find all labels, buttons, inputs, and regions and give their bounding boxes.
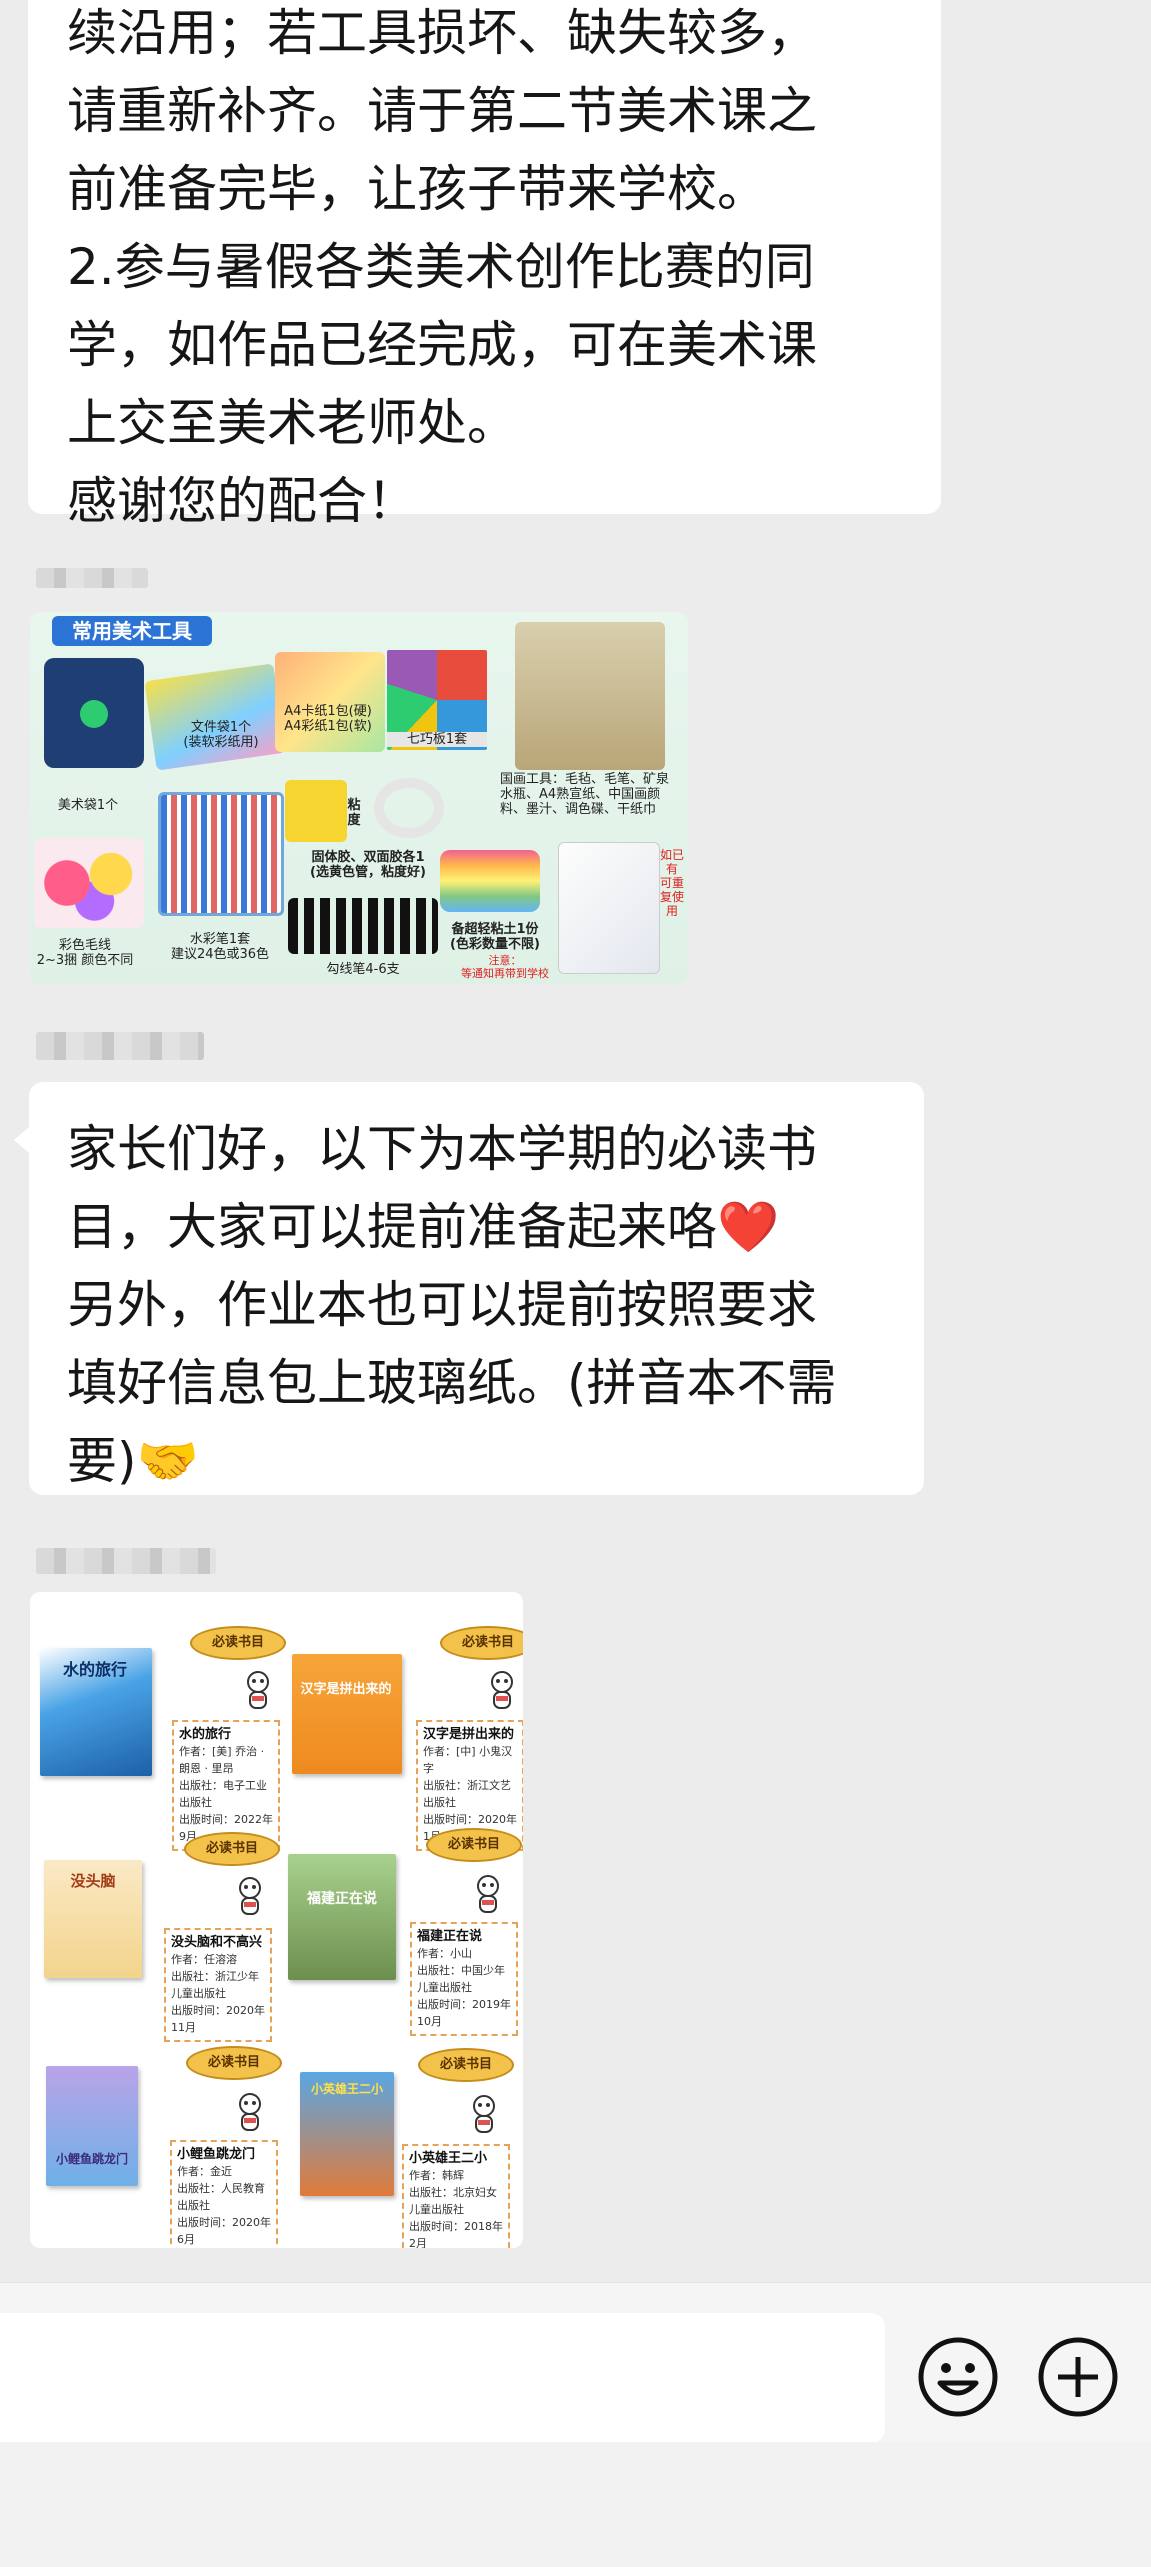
message-line-text: 目，大家可以提前准备起来咯 <box>67 1198 717 1256</box>
message-line: 前准备完毕，让孩子带来学校。 <box>67 160 767 218</box>
book-title: 福建正在说 <box>417 1929 483 1944</box>
book-cover <box>288 1854 396 1980</box>
book-cover <box>46 2066 138 2186</box>
plus-icon[interactable] <box>1036 2335 1120 2419</box>
label-chinese-painting: 国画工具：毛毡、毛笔、矿泉 水瓶、A4熟宣纸、中国画颜 料、墨汁、调色碟、干纸巾 <box>500 772 670 817</box>
tape-picture <box>374 778 444 838</box>
book-author: 作者：[美] 乔治 · 朗恩 · 里昂 <box>179 1745 265 1775</box>
book-title: 没头脑和不高兴 <box>171 1935 263 1950</box>
sender-name-blurred <box>36 568 148 588</box>
book-cover <box>292 1654 402 1774</box>
label-clay: 备超轻粘土1份 (色彩数量不限) <box>450 922 540 952</box>
bubble-tail <box>14 1126 30 1154</box>
label-watercolor: 水彩笔1套 建议24色或36色 <box>170 932 270 962</box>
book-cover-title: 小英雄王二小 <box>310 2082 383 2096</box>
chinese-painting-picture <box>515 622 665 770</box>
sender-name-blurred <box>36 1032 204 1060</box>
mascot-icon <box>488 1670 516 1710</box>
notebook-picture <box>558 842 660 974</box>
heart-emoji-icon: ❤️ <box>717 1198 780 1256</box>
chat-input-bar <box>0 2282 1151 2443</box>
message-line: 续沿用；若工具损坏、缺失较多， <box>67 4 817 62</box>
label-paper: A4卡纸1包(硬) A4彩纸1包(软) <box>284 704 372 734</box>
book-title: 水的旅行 <box>179 1727 232 1742</box>
message-input[interactable] <box>0 2313 885 2443</box>
book-date: 出版时间：2020年11月 <box>171 2004 265 2034</box>
message-line: 填好信息包上玻璃纸。(拼音本不需 <box>67 1354 837 1412</box>
markers-picture <box>288 898 438 954</box>
message-line: 请重新补齐。请于第二节美术课之 <box>67 82 817 140</box>
watercolor-picture <box>158 792 284 916</box>
message-line: 感谢您的配合！ <box>67 472 417 530</box>
mascot-icon <box>236 2092 264 2132</box>
badge-must-read: 必读书目 <box>190 1626 286 1660</box>
sender-name-blurred <box>36 1548 216 1574</box>
smiley-icon[interactable] <box>916 2335 1000 2419</box>
badge-must-read: 必读书目 <box>418 2048 514 2082</box>
label-bag: 美术袋1个 <box>57 798 119 813</box>
book-cover-title: 水的旅行 <box>62 1660 127 1679</box>
message-line: 目，大家可以提前准备起来咯❤️ <box>67 1188 924 1266</box>
paper-picture <box>275 652 385 752</box>
book-title: 小鲤鱼跳龙门 <box>177 2147 256 2162</box>
image-message-art-tools[interactable]: 常用美术工具 美术袋1个 文件袋1个 (装软彩纸用) A4卡纸1包(硬) A4彩… <box>30 612 688 984</box>
book-info-card: 小鲤鱼跳龙门 作者：金近 出版社：人民教育出版社 出版时间：2020年6月 <box>170 2140 278 2248</box>
book-info-card: 小英雄王二小 作者：韩辉 出版社：北京妇女儿童出版社 出版时间：2018年2月 <box>402 2144 510 2248</box>
clay-picture <box>440 850 540 912</box>
handshake-emoji-icon: 🤝 <box>136 1432 199 1490</box>
image-message-reading-list[interactable]: 水的旅行 必读书目 水的旅行 作者：[美] 乔治 · 朗恩 · 里昂 出版社：电… <box>30 1592 523 2248</box>
message-line: 家长们好，以下为本学期的必读书 <box>67 1120 817 1178</box>
mascot-icon <box>244 1670 272 1710</box>
mascot-icon <box>470 2094 498 2134</box>
book-publisher: 出版社：浙江文艺出版社 <box>423 1779 511 1809</box>
label-tangram: 七巧板1套 <box>387 732 487 747</box>
message-line: 学，如作品已经完成，可在美术课 <box>67 316 817 374</box>
book-date: 出版时间：2018年2月 <box>409 2220 503 2248</box>
book-info-card: 没头脑和不高兴 作者：任溶溶 出版社：浙江少年儿童出版社 出版时间：2020年1… <box>164 1928 272 2042</box>
art-bag-picture <box>44 658 144 768</box>
mascot-icon <box>236 1876 264 1916</box>
book-info-card: 福建正在说 作者：小山 出版社：中国少年儿童出版社 出版时间：2019年10月 <box>410 1922 518 2036</box>
badge-must-read: 必读书目 <box>426 1828 522 1862</box>
book-title: 小英雄王二小 <box>409 2151 488 2166</box>
label-reuse-note: 如已有 可重复使用 <box>659 848 684 918</box>
book-cover-title: 福建正在说 <box>307 1891 377 1907</box>
book-author: 作者：小山 <box>417 1947 472 1960</box>
tools-title-tag: 常用美术工具 <box>52 616 212 646</box>
book-cover-title: 没头脑 <box>70 1872 116 1890</box>
badge-must-read: 必读书目 <box>186 2046 282 2080</box>
message-bubble-reading-list[interactable]: 家长们好，以下为本学期的必读书 目，大家可以提前准备起来咯❤️ 另外，作业本也可… <box>29 1082 924 1495</box>
book-author: 作者：金近 <box>177 2165 232 2178</box>
book-cover-title: 汉字是拼出来的 <box>300 1682 392 1697</box>
book-publisher: 出版社：人民教育出版社 <box>177 2182 265 2212</box>
message-line: 要)🤝 <box>67 1422 924 1500</box>
label-glue: 固体胶、双面胶各1 (选黄色管，粘度好) <box>310 850 426 880</box>
badge-must-read: 必读书目 <box>184 1832 280 1866</box>
message-line: 上交至美术老师处。 <box>67 394 517 452</box>
yarn-picture <box>34 838 144 928</box>
message-bubble-notice[interactable]: 续沿用；若工具损坏、缺失较多， 请重新补齐。请于第二节美术课之 前准备完毕，让孩… <box>28 0 941 530</box>
book-date: 出版时间：2019年10月 <box>417 1998 511 2028</box>
mascot-icon <box>474 1874 502 1914</box>
label-yarn: 彩色毛线 2~3捆 颜色不同 <box>36 938 134 968</box>
message-line-text: 要) <box>67 1432 137 1490</box>
label-markers: 勾线笔4-6支 <box>326 962 400 977</box>
book-publisher: 出版社：北京妇女儿童出版社 <box>409 2186 497 2216</box>
bottom-safe-area <box>0 2442 1151 2567</box>
label-clay-note: 注意： 等通知再带到学校 <box>461 954 549 980</box>
book-publisher: 出版社：中国少年儿童出版社 <box>417 1964 505 1994</box>
book-date: 出版时间：2020年6月 <box>177 2216 271 2246</box>
message-line: 另外，作业本也可以提前按照要求 <box>67 1276 817 1334</box>
book-cover-title: 小鲤鱼跳龙门 <box>55 2152 128 2166</box>
book-title: 汉字是拼出来的 <box>423 1727 515 1742</box>
message-line: 2.参与暑假各类美术创作比赛的同 <box>67 238 815 296</box>
label-glue-sign: 粘 度 <box>347 798 361 828</box>
book-author: 作者：[中] 小鬼汉字 <box>423 1745 513 1775</box>
book-publisher: 出版社：浙江少年儿童出版社 <box>171 1970 259 2000</box>
book-publisher: 出版社：电子工业出版社 <box>179 1779 267 1809</box>
book-author: 作者：任溶溶 <box>171 1953 237 1966</box>
book-author: 作者：韩辉 <box>409 2169 464 2182</box>
badge-must-read: 必读书目 <box>440 1626 523 1660</box>
glue-picture <box>285 780 347 842</box>
